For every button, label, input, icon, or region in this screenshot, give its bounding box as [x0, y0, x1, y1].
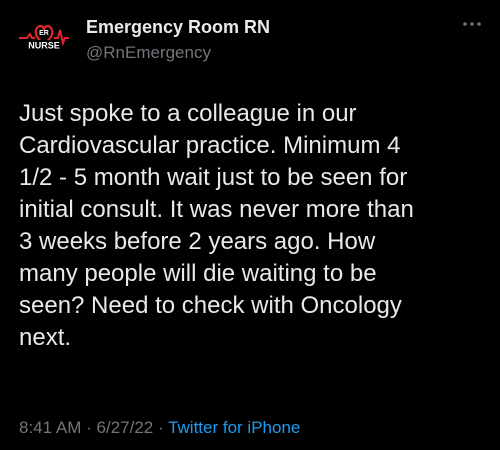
- tweet-date[interactable]: 6/27/22: [97, 418, 154, 437]
- user-handle[interactable]: @RnEmergency: [86, 43, 211, 63]
- tweet-text-line: next.: [19, 324, 72, 351]
- avatar-logo-bottom-text: NURSE: [28, 41, 60, 51]
- tweet-text-line: Just spoke to a colleague in our: [19, 100, 357, 127]
- tweet-metadata: 8:41 AM · 6/27/22 · Twitter for iPhone: [19, 418, 300, 438]
- tweet-text-line: Cardiovascular practice. Minimum 4: [19, 132, 401, 159]
- tweet-text-line: 3 weeks before 2 years ago. How: [19, 228, 376, 255]
- tweet-source-link[interactable]: Twitter for iPhone: [168, 418, 300, 437]
- meta-separator: ·: [157, 418, 164, 437]
- meta-separator: ·: [86, 418, 92, 437]
- tweet-time[interactable]: 8:41 AM: [19, 418, 81, 437]
- display-name[interactable]: Emergency Room RN: [86, 17, 270, 38]
- tweet-text-line: initial consult. It was never more than: [19, 196, 414, 223]
- tweet-card: ER NURSE Emergency Room RN @RnEmergency …: [0, 0, 500, 450]
- tweet-text: Just spoke to a colleague in our Cardiov…: [19, 98, 489, 354]
- tweet-text-line: many people will die waiting to be: [19, 260, 377, 287]
- er-nurse-heartbeat-logo-icon: ER NURSE: [19, 24, 69, 51]
- more-dots-icon: [463, 22, 481, 26]
- tweet-text-line: seen? Need to check with Oncology: [19, 292, 402, 319]
- more-options-button[interactable]: [457, 12, 487, 36]
- avatar-logo-top-text: ER: [39, 30, 49, 37]
- tweet-text-line: 1/2 - 5 month wait just to be seen for: [19, 164, 408, 191]
- avatar[interactable]: ER NURSE: [18, 10, 70, 62]
